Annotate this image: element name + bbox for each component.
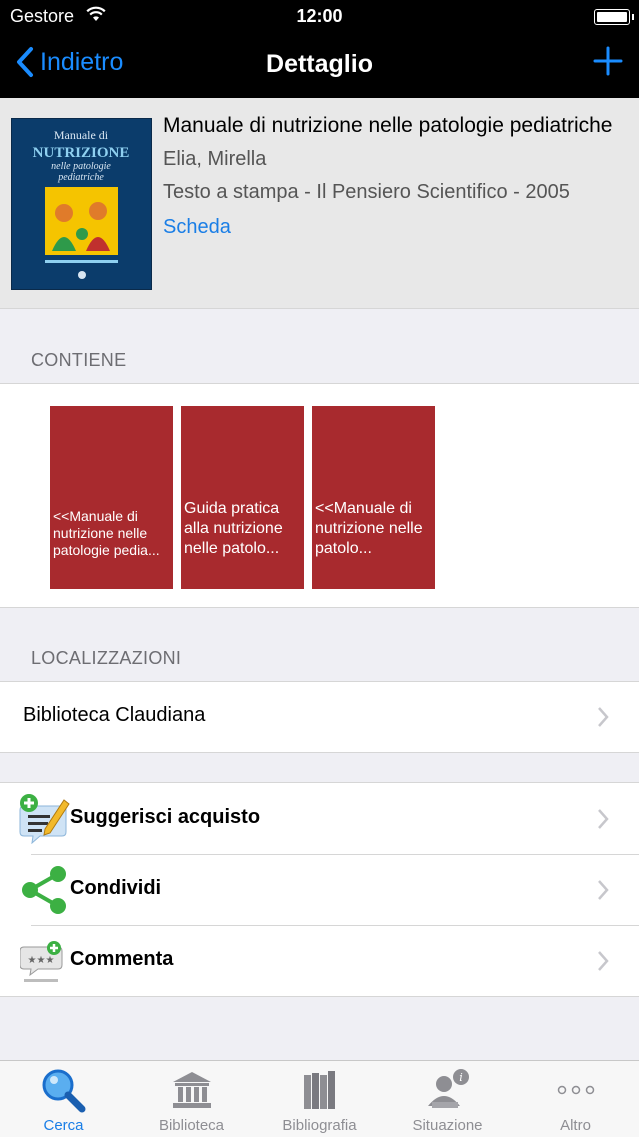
tab-label: Altro [560,1117,591,1134]
location-row[interactable]: Biblioteca Claudiana [0,681,639,753]
share-label: Condividi [70,877,162,899]
status-bar: Gestore 12:00 [0,0,639,32]
svg-text:★★★: ★★★ [28,955,55,966]
cover-line-1: Manuale di [54,128,109,142]
chevron-right-icon [598,707,609,727]
localizzazioni-heading: LOCALIZZAZIONI [31,648,182,668]
contained-item-title: <<Manuale di nutrizione nelle patolo... [315,500,423,557]
page-title: Dettaglio [266,50,373,78]
suggest-purchase-icon [18,792,70,849]
contained-item[interactable]: Guida pratica alla nutrizione nelle pato… [181,406,304,589]
share-icon [18,864,70,921]
books-icon [256,1067,383,1113]
contained-item[interactable]: <<Manuale di nutrizione nelle patologie … [50,406,173,589]
comment-icon: ★★★ [19,939,66,990]
suggest-purchase-label: Suggerisci acquisto [70,806,261,828]
book-cover[interactable]: Manuale di NUTRIZIONE nelle patologie pe… [11,118,152,290]
book-publication: Testo a stampa - Il Pensiero Scientifico… [163,181,570,203]
contained-item-title: <<Manuale di nutrizione nelle patologie … [53,508,160,558]
tab-biblioteca[interactable]: Biblioteca [128,1061,255,1137]
user-status-icon: i [384,1067,511,1113]
share-row[interactable]: Condividi [0,854,639,925]
tab-situazione[interactable]: i Situazione [384,1061,511,1137]
chevron-right-icon [598,880,609,900]
actions-list: Suggerisci acquisto Condividi ★★★ Commen… [0,782,639,997]
clock: 12:00 [296,6,343,26]
contained-items-list: <<Manuale di nutrizione nelle patologie … [0,383,639,608]
comment-row[interactable]: ★★★ Commenta [0,925,639,996]
cover-line-3: nelle patologie [51,161,111,172]
tab-label: Bibliografia [282,1117,357,1134]
suggest-purchase-row[interactable]: Suggerisci acquisto [0,783,639,854]
contained-item-title: Guida pratica alla nutrizione nelle pato… [184,500,283,557]
add-button[interactable] [593,46,623,81]
tab-label: Cerca [43,1117,84,1134]
library-icon [128,1067,255,1113]
book-title: Manuale di nutrizione nelle patologie pe… [163,114,613,137]
tab-label: Situazione [412,1117,483,1134]
more-icon [512,1067,639,1113]
cover-line-4: pediatriche [57,172,104,183]
scheda-link[interactable]: Scheda [163,216,627,239]
book-author: Elia, Mirella [163,148,267,170]
svg-text:i: i [459,1071,463,1084]
tab-cerca[interactable]: Cerca [0,1061,127,1137]
book-header: Manuale di NUTRIZIONE nelle patologie pe… [0,98,639,309]
chevron-right-icon [598,951,609,971]
contiene-heading: CONTIENE [31,350,127,370]
location-label: Biblioteca Claudiana [23,704,206,726]
battery-icon [594,9,634,25]
comment-label: Commenta [70,948,174,970]
tab-altro[interactable]: Altro [512,1061,639,1137]
chevron-right-icon [598,809,609,829]
plus-icon [593,46,623,76]
tab-bar: Cerca Biblioteca Bibliografia i Situazio… [0,1060,639,1137]
search-icon [0,1067,127,1113]
cover-line-2: NUTRIZIONE [33,145,130,161]
tab-label: Biblioteca [158,1117,225,1134]
navigation-bar: Indietro Dettaglio [0,32,639,98]
contained-item[interactable]: <<Manuale di nutrizione nelle patolo... [312,406,435,589]
tab-bibliografia[interactable]: Bibliografia [256,1061,383,1137]
